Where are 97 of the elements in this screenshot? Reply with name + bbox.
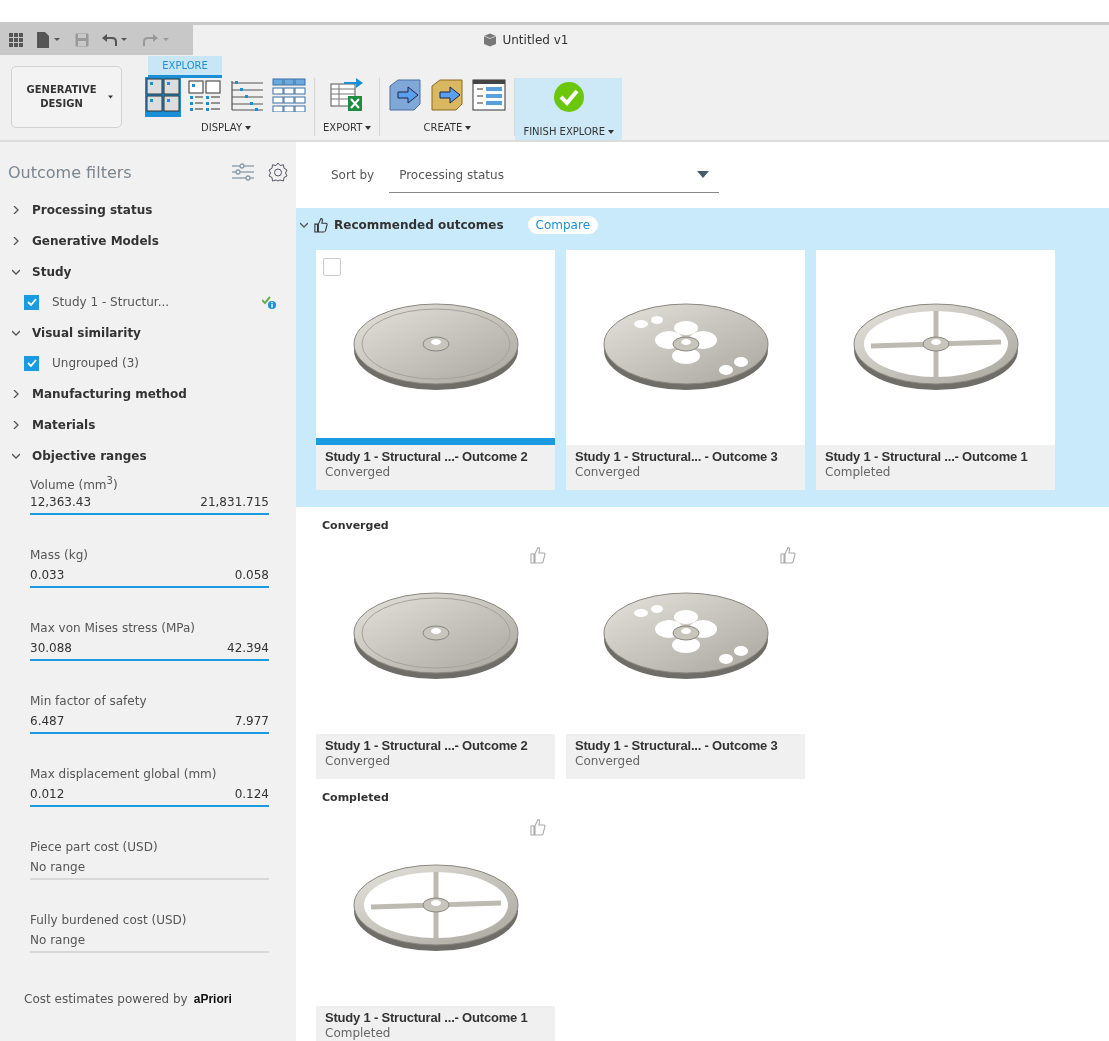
range-value: No range (30, 933, 86, 947)
group-title: Completed (322, 791, 390, 804)
document-title: Untitled v1 (502, 33, 569, 47)
outcome-title: Study 1 - Structural ...- Outcome 2 (325, 737, 529, 754)
section-title: Recommended outcomes (334, 218, 504, 232)
ribbon-group-menu[interactable]: EXPORT (323, 122, 372, 136)
ribbon-group-menu[interactable]: FINISH EXPLORE (523, 126, 615, 140)
box-icon (483, 33, 498, 47)
spreadsheet-export-icon[interactable] (330, 78, 365, 112)
apps-grid-icon[interactable] (9, 33, 23, 47)
range-max: 21,831.715 (200, 495, 269, 509)
outcome-title: Study 1 - Structural... - Outcome 3 (575, 737, 779, 754)
outcome-card[interactable]: Study 1 - Structural ...- Outcome 1 Completed (816, 250, 1055, 490)
range-label: Volume (mm$^{3}$) (30, 475, 119, 494)
ribbon-group-menu[interactable]: CREATE (423, 122, 472, 136)
caret-icon (608, 129, 615, 134)
ribbon-group-menu[interactable]: DISPLAY (201, 122, 251, 136)
outcome-status: Converged (575, 465, 642, 479)
range-field[interactable]: 30.088 42.394 (30, 641, 269, 661)
range-field[interactable]: No range (30, 933, 269, 953)
range-max: 0.058 (234, 568, 269, 582)
range-field[interactable]: No range (30, 860, 269, 880)
caret-icon (245, 125, 251, 130)
range-label: Max displacement global (mm) (30, 767, 218, 783)
sliders-icon[interactable] (232, 163, 254, 181)
cube-arrow-icon[interactable] (388, 78, 423, 112)
range-label: Mass (kg) (30, 548, 89, 564)
filter-section-toggle[interactable]: Materials (0, 409, 296, 440)
range-max: 42.394 (227, 641, 269, 655)
range-label: Max von Mises stress (MPa) (30, 621, 196, 637)
list-window-icon[interactable] (472, 78, 507, 112)
checkbox[interactable] (24, 294, 39, 310)
filter-section-toggle[interactable]: Generative Models (0, 225, 296, 256)
thumbs-up-icon[interactable] (530, 546, 546, 564)
group-title: Converged (322, 519, 390, 532)
filter-section-toggle[interactable]: Manufacturing method (0, 378, 296, 409)
outcome-title: Study 1 - Structural ...- Outcome 1 (325, 1009, 529, 1026)
sort-label: Sort by (331, 168, 375, 182)
outcome-card[interactable]: Study 1 - Structural... - Outcome 3 Converged (566, 250, 805, 490)
outcome-status: Converged (325, 754, 392, 768)
outcome-title: Study 1 - Structural ...- Outcome 1 (825, 448, 1029, 465)
chevron-icon (12, 389, 20, 398)
caret-icon (465, 125, 472, 130)
range-max: 7.977 (234, 714, 269, 728)
filter-option: Study 1 - Structur... (52, 295, 170, 309)
range-label: Min factor of safety (30, 694, 148, 710)
outcome-title: Study 1 - Structural... - Outcome 3 (575, 448, 779, 465)
outcome-status: Completed (325, 1026, 392, 1040)
display-mode-button[interactable] (145, 77, 181, 117)
outcome-card[interactable]: Study 1 - Structural ...- Outcome 2 Converged (316, 250, 555, 490)
range-field[interactable]: 0.033 0.058 (30, 568, 269, 588)
chevron-icon (12, 267, 20, 276)
panel-title: Outcome filters (8, 162, 132, 182)
footer-text: Cost estimates powered by (24, 992, 188, 1006)
settings-icon[interactable] (268, 162, 288, 182)
caret-icon (108, 95, 113, 99)
caret-icon (697, 171, 710, 178)
outcome-status: Completed (825, 465, 892, 479)
checkbox[interactable] (24, 355, 39, 371)
range-max: 0.124 (234, 787, 269, 801)
chevron-icon (12, 420, 20, 429)
compare-button[interactable]: Compare (527, 216, 599, 234)
range-value: No range (30, 860, 86, 874)
range-min: 30.088 (30, 641, 72, 655)
chevron-icon (12, 451, 20, 460)
thumbs-up-icon (314, 217, 328, 233)
range-field[interactable]: 0.012 0.124 (30, 787, 269, 807)
sort-dropdown[interactable]: Processing status (389, 167, 720, 193)
filter-section-toggle[interactable]: Processing status (0, 194, 296, 225)
outcome-status: Converged (325, 465, 392, 479)
filter-section-toggle[interactable]: Visual similarity (0, 317, 296, 348)
workspace-dropdown[interactable]: GENERATIVE DESIGN (11, 66, 122, 128)
outcome-status: Converged (575, 754, 642, 768)
outcome-title: Study 1 - Structural ...- Outcome 2 (325, 448, 529, 465)
range-min: 6.487 (30, 714, 65, 728)
crate-arrow-icon[interactable] (430, 78, 465, 112)
filter-section-toggle[interactable]: Study (0, 256, 296, 287)
file-menu-icon[interactable] (35, 32, 63, 48)
caret-icon (365, 125, 372, 130)
checkbox[interactable] (323, 258, 341, 276)
filter-section-toggle[interactable]: Objective ranges (0, 440, 296, 471)
range-min: 0.012 (30, 787, 65, 801)
chevron-icon (12, 236, 20, 245)
range-min: 12,363.43 (30, 495, 92, 509)
range-min: 0.033 (30, 568, 65, 582)
checkmark-icon[interactable] (552, 81, 585, 113)
range-field[interactable]: 6.487 7.977 (30, 714, 269, 734)
range-label: Fully burdened cost (USD) (30, 913, 188, 929)
range-field[interactable]: 12,363.43 21,831.715 (30, 495, 269, 515)
brand-logo: aPriori (193, 992, 232, 1006)
range-label: Piece part cost (USD) (30, 840, 159, 856)
filter-option: Ungrouped (3) (52, 356, 140, 370)
chevron-icon (12, 328, 20, 337)
chevron-icon[interactable] (300, 221, 308, 229)
thumbs-up-icon[interactable] (530, 818, 546, 836)
chevron-icon (12, 205, 20, 214)
thumbs-up-icon[interactable] (780, 546, 796, 564)
